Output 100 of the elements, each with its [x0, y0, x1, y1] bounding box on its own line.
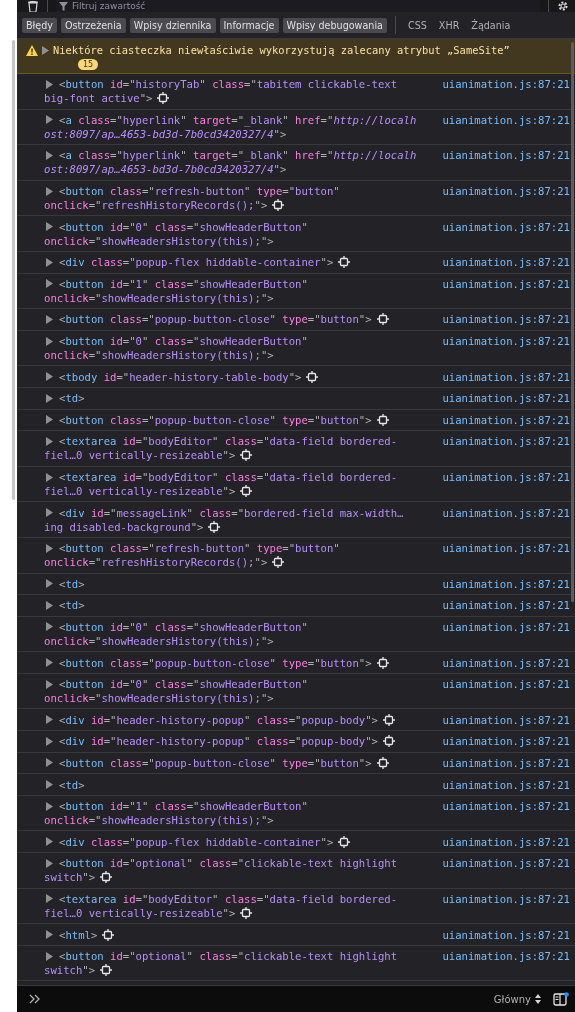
source-link[interactable]: uianimation.js:87:21	[442, 255, 570, 270]
source-link[interactable]: uianimation.js:87:21	[442, 949, 570, 964]
source-link[interactable]: uianimation.js:87:21	[442, 505, 570, 520]
crosshair-icon[interactable]	[157, 92, 170, 105]
caret-icon[interactable]	[46, 658, 53, 668]
caret-icon[interactable]	[46, 436, 53, 446]
source-link[interactable]: uianimation.js:87:21	[442, 434, 570, 449]
source-link[interactable]: uianimation.js:87:21	[442, 655, 570, 670]
filter-button[interactable]: CSS	[403, 17, 431, 33]
caret-icon[interactable]	[46, 543, 53, 553]
crosshair-icon[interactable]	[383, 713, 395, 726]
context-selector[interactable]: Główny	[493, 993, 541, 1005]
caret-icon[interactable]	[46, 257, 53, 267]
caret-icon[interactable]	[46, 393, 53, 403]
caret-icon[interactable]	[46, 715, 53, 725]
caret-icon[interactable]	[46, 372, 53, 382]
source-link[interactable]: uianimation.js:87:21	[442, 312, 570, 327]
filter-button[interactable]: Wpisy dziennika	[129, 17, 216, 33]
source-link[interactable]: uianimation.js:87:21	[442, 799, 570, 814]
source-link[interactable]: uianimation.js:87:21	[442, 391, 570, 406]
caret-icon[interactable]	[46, 472, 53, 482]
caret-icon[interactable]	[42, 45, 49, 55]
sidebar-icon[interactable]	[553, 992, 569, 1006]
filter-button[interactable]: Ostrzeżenia	[61, 17, 126, 33]
source-link[interactable]: uianimation.js:87:21	[442, 470, 570, 484]
caret-icon[interactable]	[46, 579, 53, 589]
element-code: onclick="showHeadersHistory(this);">	[44, 691, 274, 706]
source-link[interactable]: uianimation.js:87:21	[442, 734, 570, 749]
caret-icon[interactable]	[46, 151, 53, 160]
source-link[interactable]: uianimation.js:87:21	[442, 891, 570, 906]
crosshair-icon[interactable]	[338, 256, 351, 269]
caret-icon[interactable]	[46, 279, 53, 289]
caret-icon[interactable]	[46, 222, 53, 232]
caret-icon[interactable]	[46, 600, 53, 610]
source-link[interactable]: uianimation.js:87:21	[442, 219, 570, 234]
caret-icon[interactable]	[46, 894, 53, 904]
caret-icon[interactable]	[46, 679, 53, 689]
settings-icon[interactable]	[557, 0, 569, 12]
trash-icon[interactable]	[27, 0, 39, 12]
crosshair-icon[interactable]	[240, 449, 253, 462]
caret-icon[interactable]	[46, 758, 53, 768]
caret-icon[interactable]	[46, 115, 53, 125]
source-link[interactable]: uianimation.js:87:21	[442, 148, 570, 163]
caret-icon[interactable]	[46, 736, 53, 746]
crosshair-icon[interactable]	[376, 313, 389, 326]
source-link[interactable]: uianimation.js:87:21	[442, 834, 570, 849]
caret-icon[interactable]	[46, 186, 53, 196]
crosshair-icon[interactable]	[240, 906, 253, 919]
source-link[interactable]: uianimation.js:87:21	[442, 112, 570, 127]
caret-icon[interactable]	[46, 314, 53, 324]
crosshair-icon[interactable]	[272, 199, 285, 212]
crosshair-icon[interactable]	[376, 413, 389, 426]
source-link[interactable]: uianimation.js:87:21	[442, 541, 570, 556]
source-link[interactable]: uianimation.js:87:21	[442, 276, 570, 291]
source-link[interactable]: uianimation.js:87:21	[442, 334, 570, 349]
crosshair-icon[interactable]	[376, 756, 389, 769]
filter-button[interactable]: XHR	[434, 17, 464, 33]
element-code: <td>	[59, 598, 85, 613]
element-code: <button class="refresh-button" type="button"	[59, 184, 340, 199]
caret-icon[interactable]	[46, 622, 53, 632]
crosshair-icon[interactable]	[376, 656, 389, 669]
crosshair-icon[interactable]	[272, 556, 285, 569]
caret-icon[interactable]	[46, 780, 53, 790]
source-link[interactable]: uianimation.js:87:21	[442, 712, 570, 727]
crosshair-icon[interactable]	[383, 735, 395, 748]
crosshair-icon[interactable]	[100, 964, 113, 977]
caret-icon[interactable]	[46, 508, 53, 518]
element-code: ing disabled-background">	[44, 519, 204, 534]
source-link[interactable]: uianimation.js:87:21	[442, 77, 570, 92]
filter-button[interactable]: Żądania	[467, 17, 515, 33]
caret-icon[interactable]	[46, 801, 53, 811]
crosshair-icon[interactable]	[240, 485, 253, 497]
source-link[interactable]: uianimation.js:87:21	[442, 755, 570, 770]
element-code: <div id="messageLink" class="bordered-field max-width…	[59, 505, 404, 520]
caret-icon[interactable]	[46, 951, 53, 961]
crosshair-icon[interactable]	[100, 871, 113, 884]
source-link[interactable]: uianimation.js:87:21	[442, 777, 570, 792]
crosshair-icon[interactable]	[102, 928, 115, 941]
source-link[interactable]: uianimation.js:87:21	[442, 598, 570, 613]
filter-button[interactable]: Wpisy debugowania	[282, 17, 387, 33]
crosshair-icon[interactable]	[208, 520, 221, 533]
caret-icon[interactable]	[46, 858, 53, 868]
source-link[interactable]: uianimation.js:87:21	[442, 369, 570, 384]
source-link[interactable]: uianimation.js:87:21	[442, 184, 570, 199]
source-link[interactable]: uianimation.js:87:21	[442, 677, 570, 692]
source-link[interactable]: uianimation.js:87:21	[442, 927, 570, 942]
source-link[interactable]: uianimation.js:87:21	[442, 412, 570, 427]
caret-icon[interactable]	[46, 79, 53, 89]
chevrons-icon[interactable]	[29, 994, 41, 1004]
source-link[interactable]: uianimation.js:87:21	[442, 856, 570, 871]
caret-icon[interactable]	[46, 415, 53, 425]
filter-button[interactable]: Informacje	[219, 17, 279, 33]
filter-button[interactable]: Błędy	[22, 17, 57, 33]
source-link[interactable]: uianimation.js:87:21	[442, 576, 570, 591]
caret-icon[interactable]	[46, 336, 53, 346]
crosshair-icon[interactable]	[338, 835, 351, 848]
source-link[interactable]: uianimation.js:87:21	[442, 620, 570, 634]
crosshair-icon[interactable]	[306, 370, 319, 383]
caret-icon[interactable]	[46, 930, 53, 939]
caret-icon[interactable]	[46, 837, 53, 847]
